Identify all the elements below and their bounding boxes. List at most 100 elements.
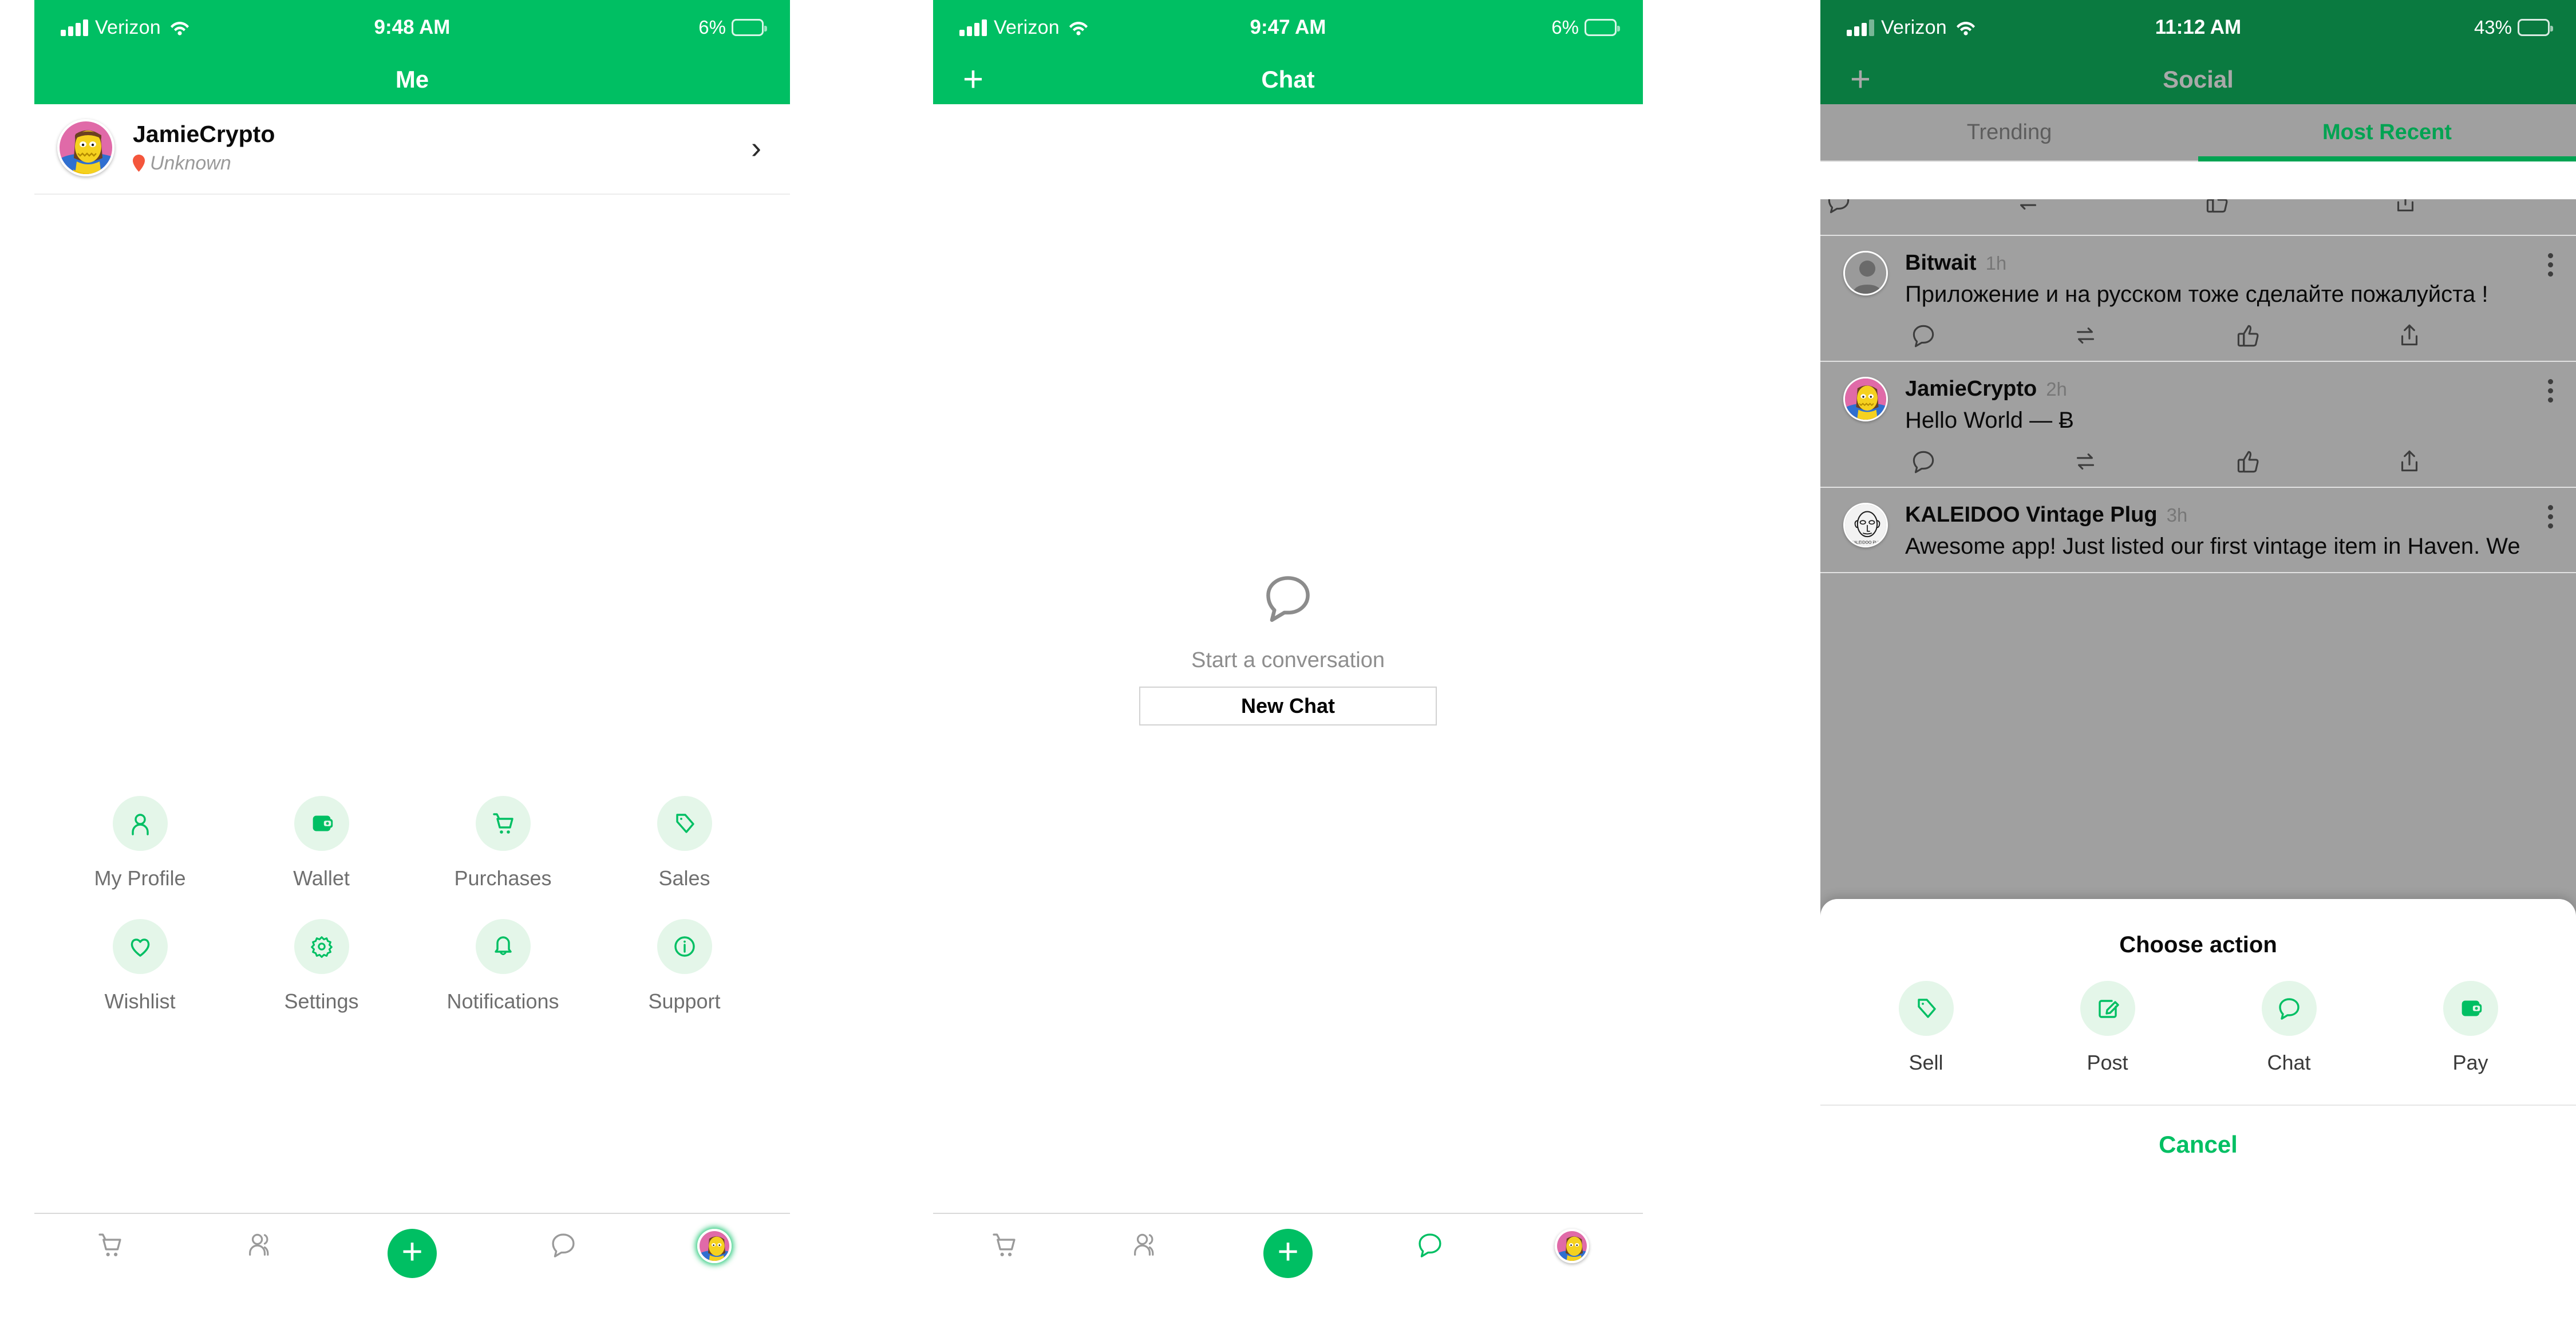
chat-bubble-icon [1257,567,1319,629]
post-actions [1905,447,2553,476]
shortcut-label: Settings [284,989,359,1013]
post-more-options-icon[interactable] [2548,379,2553,403]
like-action[interactable] [2198,199,2387,216]
profile-location-label: Unknown [150,152,231,174]
chevron-right-icon[interactable]: › [751,132,767,163]
post-timestamp: 2h [2046,378,2067,400]
post-item[interactable]: KALEIDOO PLUG KALEIDOO Vintage Plug 3h A… [1820,488,2576,573]
comment-action[interactable] [1905,321,2067,350]
shortcut-label: My Profile [94,866,186,890]
tab-people[interactable] [185,1229,337,1260]
status-bar: Verizon 9:48 AM 6% [34,0,790,55]
repost-action[interactable] [2067,321,2229,350]
post-text: Приложение и на русском тоже сделайте по… [1905,282,2488,307]
comment-action[interactable] [1820,199,2009,216]
chat-bubble-icon [2261,981,2317,1036]
tab-cart[interactable] [933,1229,1075,1261]
tab-me[interactable] [639,1229,790,1263]
sheet-action-grid: Sell Post Chat Pay [1820,958,2576,1075]
tab-cart[interactable] [34,1229,185,1261]
avatar-icon [1555,1229,1589,1263]
post-item[interactable]: Bitwait 1h Приложение и на русском тоже … [1820,236,2576,362]
sheet-action-label: Sell [1909,1051,1943,1074]
tag-icon [657,796,712,851]
screenshot-canvas: Verizon 9:48 AM 6% Me JamieCrypto Unknow… [0,0,2576,1317]
shortcut-settings[interactable]: Settings [231,919,412,1014]
wallet-icon [294,796,349,851]
tab-people[interactable] [1075,1229,1217,1260]
battery-icon [2518,19,2553,36]
status-bar: Verizon 9:47 AM 6% [933,0,1643,55]
post-timestamp: 3h [2166,504,2188,526]
cancel-button[interactable]: Cancel [1820,1106,2576,1158]
post-header: KALEIDOO Vintage Plug 3h [1905,503,2553,527]
nav-bar-social: + Social [1820,55,2576,104]
new-chat-plus-button[interactable]: + [956,62,990,97]
shortcut-row: Wishlist Settings Notifications Support [49,919,775,1014]
post-author[interactable]: JamieCrypto [1905,377,2037,401]
tab-chat[interactable] [488,1229,639,1261]
post-item[interactable]: JamieCrypto 2h Hello World — Ƀ [1820,362,2576,488]
shortcut-wishlist[interactable]: Wishlist [49,919,231,1014]
tab-chat[interactable] [1359,1229,1501,1261]
repost-action[interactable] [2009,199,2198,216]
avatar [57,119,114,176]
shortcut-row: My Profile Wallet Purchases Sales [49,796,775,890]
share-action[interactable] [2391,321,2553,350]
new-post-plus-button[interactable]: + [1843,62,1878,97]
like-action[interactable] [2229,447,2391,476]
sheet-action-sell[interactable]: Sell [1835,981,2017,1075]
share-action[interactable] [2391,447,2553,476]
post-actions [1820,199,2576,216]
sheet-action-pay[interactable]: Pay [2380,981,2561,1075]
sheet-action-post[interactable]: Post [2017,981,2198,1075]
tab-create[interactable]: + [1217,1229,1359,1278]
tag-icon [1898,981,1954,1036]
phone-screen-social: Verizon 11:12 AM 43% + Social Trending M… [1820,0,2576,1317]
plus-icon[interactable]: + [388,1229,437,1278]
shortcut-support[interactable]: Support [594,919,775,1014]
feed-segmented-tabs: Trending Most Recent [1820,104,2576,161]
tab-create[interactable]: + [337,1229,488,1278]
post-author[interactable]: KALEIDOO Vintage Plug [1905,503,2158,527]
post-more-options-icon[interactable] [2548,505,2553,529]
shortcut-label: Wallet [293,866,350,890]
page-title: Chat [1261,66,1315,93]
page-title: Me [395,66,429,93]
profile-row[interactable]: JamieCrypto Unknown › [34,104,790,195]
share-action[interactable] [2387,199,2576,216]
shortcut-sales[interactable]: Sales [594,796,775,890]
shortcut-wallet[interactable]: Wallet [231,796,412,890]
location-pin-icon [133,155,145,172]
chat-bubble-icon [547,1229,579,1261]
tab-me[interactable] [1501,1229,1643,1263]
post-more-options-icon[interactable] [2548,253,2553,277]
tab-trending[interactable]: Trending [1820,104,2198,160]
bottom-tab-bar: + [933,1213,1643,1317]
tab-most-recent[interactable]: Most Recent [2198,104,2576,160]
shortcut-label: Notifications [447,989,559,1013]
shortcut-my-profile[interactable]: My Profile [49,796,231,890]
shortcut-label: Sales [658,866,710,890]
cart-icon [475,796,531,851]
like-action[interactable] [2229,321,2391,350]
avatar [1843,377,1888,422]
repost-action[interactable] [2067,447,2229,476]
status-time: 11:12 AM [2155,16,2242,38]
post-author[interactable]: Bitwait [1905,251,1977,275]
sheet-action-chat[interactable]: Chat [2198,981,2380,1075]
shortcut-label: Purchases [454,866,552,890]
shortcut-notifications[interactable]: Notifications [412,919,594,1014]
shortcut-purchases[interactable]: Purchases [412,796,594,890]
post-actions [1905,321,2553,350]
post-body: Bitwait 1h Приложение и на русском тоже … [1905,251,2553,350]
bell-icon [475,919,531,974]
page-title: Social [2163,66,2234,93]
post-body: JamieCrypto 2h Hello World — Ƀ [1905,377,2553,476]
profile-name: JamieCrypto [133,121,275,148]
new-chat-button[interactable]: New Chat [1139,687,1437,725]
comment-action[interactable] [1905,447,2067,476]
plus-icon[interactable]: + [1263,1229,1313,1278]
nav-bar-me: Me [34,55,790,104]
sheet-action-label: Post [2087,1051,2128,1074]
